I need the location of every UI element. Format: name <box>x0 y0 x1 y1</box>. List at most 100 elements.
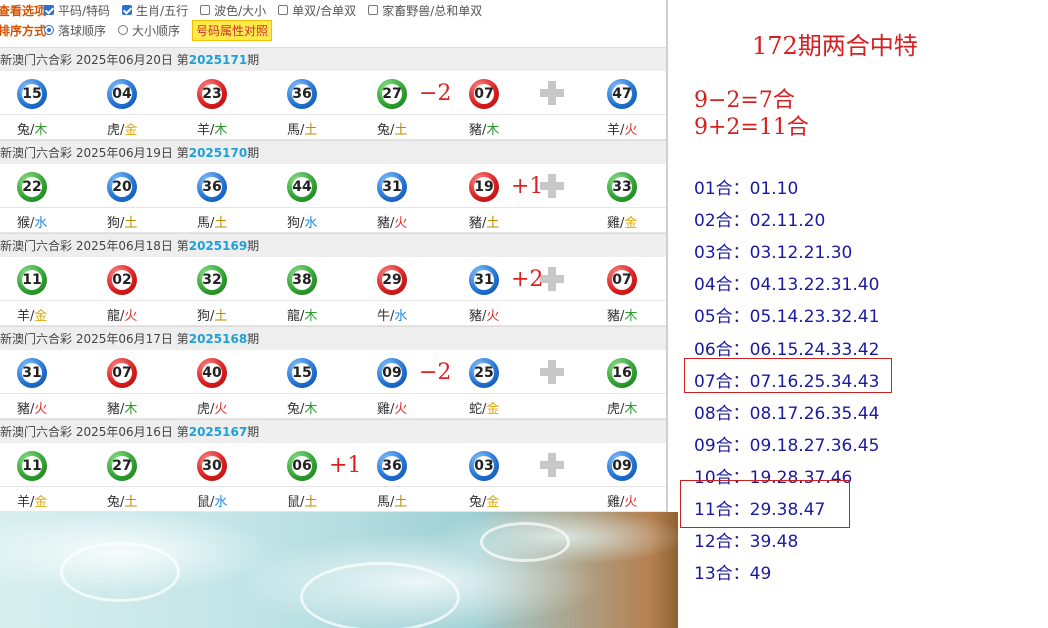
zodiac: 虎 <box>197 402 211 417</box>
option-1[interactable]: 平码/特码 <box>44 2 110 19</box>
element: 金 <box>124 123 138 138</box>
number-ball: 36 <box>287 79 317 109</box>
zodiac-element-label: 豬/火 <box>17 398 47 417</box>
ball-number: 27 <box>112 458 132 474</box>
radio-button[interactable] <box>44 25 54 35</box>
zodiac-row: 兔/木 虎/金 羊/木 馬/土 兔/土 豬/木 羊/火 <box>0 115 666 140</box>
option-4[interactable]: 单双/合单双 <box>278 2 356 19</box>
he-row: 01合：01.10 <box>694 179 799 199</box>
draw-suffix: 期 <box>247 332 260 346</box>
he-row: 13合：49 <box>694 564 772 585</box>
zodiac-row: 羊/金 龍/火 狗/土 龍/木 牛/水 豬/火 豬/木 <box>0 301 666 326</box>
element: 火 <box>214 402 228 417</box>
zodiac: 豬 <box>17 402 31 417</box>
zodiac: 雞 <box>607 216 621 231</box>
element: 水 <box>214 495 228 510</box>
draw-record: 新澳门六合彩 2025年06月19日 第2025170期 22 20 36 44 31 19… <box>0 140 666 233</box>
offset-annotation: +1 <box>329 453 362 478</box>
sort-option-2[interactable]: 大小顺序 <box>118 22 180 39</box>
number-ball: 03 <box>469 451 499 481</box>
checkbox[interactable] <box>44 5 54 15</box>
option-3[interactable]: 波色/大小 <box>200 2 266 19</box>
element: 土 <box>214 216 228 231</box>
zodiac: 豬 <box>469 123 483 138</box>
ball-number: 38 <box>292 272 312 288</box>
number-ball: 15 <box>287 358 317 388</box>
zodiac: 虎 <box>607 402 621 417</box>
ball-number: 07 <box>112 365 132 381</box>
ball-number: 16 <box>612 365 632 381</box>
he-row: 06合：06.15.24.33.42 <box>694 339 880 360</box>
draw-record: 新澳门六合彩 2025年06月18日 第2025169期 11 02 32 38 29 31… <box>0 233 666 326</box>
zodiac-element-label: 羊/火 <box>607 119 637 138</box>
zodiac-element-label: 羊/金 <box>17 305 47 324</box>
ball-number: 11 <box>22 458 42 474</box>
checkbox[interactable] <box>368 5 379 15</box>
zodiac: 龍 <box>107 309 121 324</box>
draw-record: 新澳门六合彩 2025年06月16日 第2025167期 11 27 30 06 36 03… <box>0 419 666 512</box>
zodiac-element-label: 豬/火 <box>469 305 499 324</box>
number-ball: 19 <box>469 172 499 202</box>
sort-option-1[interactable]: 落球顺序 <box>44 22 106 39</box>
element: 土 <box>214 309 228 324</box>
element: 水 <box>34 216 48 231</box>
ball-number: 09 <box>612 458 632 474</box>
sort-option-label: 大小顺序 <box>132 23 181 38</box>
number-ball: 31 <box>377 172 407 202</box>
number-ball: 27 <box>107 451 137 481</box>
number-ball: 25 <box>469 358 499 388</box>
checkbox[interactable] <box>200 5 211 15</box>
plus-icon <box>540 174 564 198</box>
zodiac-element-label: 狗/土 <box>107 212 137 231</box>
element: 火 <box>124 309 138 324</box>
prediction-panel: 172期两合中特 9−2=7合 9+2=11合 01合：01.10 02合：02.… <box>680 0 1048 628</box>
attribute-table-button[interactable]: 号码属性对照 <box>192 19 273 41</box>
sort-options-row: 排序方式: 落球顺序 大小顺序 号码属性对照 <box>0 19 666 41</box>
zodiac: 兔 <box>287 402 301 417</box>
option-label: 生肖/五行 <box>136 3 189 18</box>
zodiac: 羊 <box>197 123 211 138</box>
number-ball: 11 <box>17 265 47 295</box>
plus-icon <box>540 360 564 384</box>
checkbox[interactable] <box>278 5 289 15</box>
ball-number: 40 <box>202 365 222 381</box>
zodiac-element-label: 兔/木 <box>17 119 47 138</box>
draw-issue-number: 2025169 <box>188 239 248 253</box>
radio-button[interactable] <box>118 25 129 35</box>
zodiac-element-label: 虎/金 <box>107 119 137 138</box>
ball-number: 15 <box>22 86 42 102</box>
option-2[interactable]: 生肖/五行 <box>122 2 188 19</box>
element: 土 <box>304 123 318 138</box>
element: 金 <box>34 495 48 510</box>
draw-date: 新澳门六合彩 2025年06月16日 第 <box>0 425 189 439</box>
draw-issue-number: 2025168 <box>188 332 248 346</box>
element: 火 <box>486 309 500 324</box>
ball-number: 04 <box>112 86 132 102</box>
ball-row: 22 20 36 44 31 19 33 +1 <box>0 164 666 208</box>
draw-issue-number: 2025167 <box>188 425 248 439</box>
ball-number: 36 <box>202 179 222 195</box>
checkbox[interactable] <box>122 5 133 15</box>
zodiac: 狗 <box>107 216 121 231</box>
offset-annotation: +2 <box>511 267 544 292</box>
ball-number: 36 <box>382 458 402 474</box>
number-ball: 29 <box>377 265 407 295</box>
option-5[interactable]: 家畜野兽/总和单双 <box>368 2 482 19</box>
element: 火 <box>624 495 638 510</box>
option-label: 单双/合单双 <box>292 3 357 18</box>
zodiac-element-label: 狗/水 <box>287 212 317 231</box>
zodiac: 豬 <box>377 216 391 231</box>
element: 木 <box>304 309 318 324</box>
element: 火 <box>624 123 638 138</box>
element: 木 <box>624 309 638 324</box>
zodiac: 猴 <box>17 216 31 231</box>
element: 土 <box>124 216 138 231</box>
draw-suffix: 期 <box>247 53 260 67</box>
zodiac-element-label: 兔/土 <box>377 119 407 138</box>
zodiac-element-label: 虎/火 <box>197 398 227 417</box>
view-options-label: 查看选项: <box>0 3 51 18</box>
screenshot-root: 查看选项: 平码/特码 生肖/五行 波色/大小 单双/合单双 家畜野兽/总和单双 排序方… <box>0 0 1048 628</box>
number-ball: 09 <box>377 358 407 388</box>
highlight-box <box>680 480 850 528</box>
number-ball: 07 <box>107 358 137 388</box>
